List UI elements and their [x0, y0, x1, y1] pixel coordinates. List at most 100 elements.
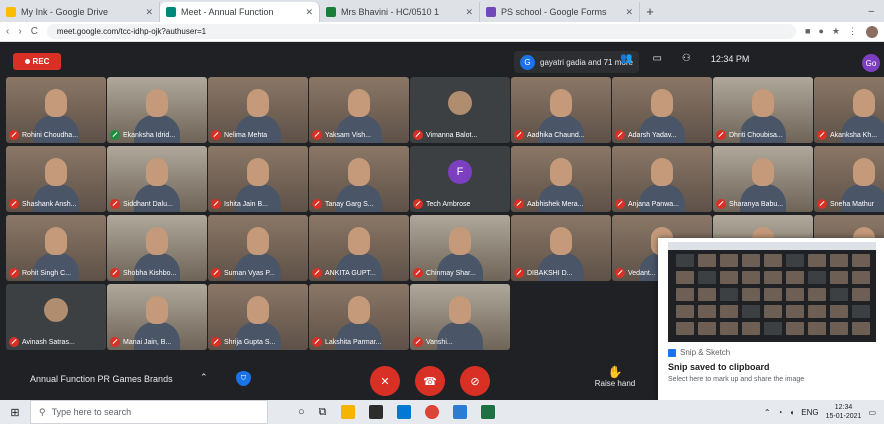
volume-icon[interactable]: ◖ — [789, 408, 794, 417]
outlook-icon[interactable] — [452, 405, 467, 419]
participant-name: Shobha Kishbo... — [123, 269, 177, 277]
windows-taskbar: ⊞ ⚲ Type here to search ○ ⧉ ⌃ ◔ ◖ ENG 12… — [0, 400, 884, 424]
participant-tile[interactable]: Aadhika Chaund... — [511, 77, 611, 143]
star-icon[interactable]: ★ — [832, 26, 840, 37]
extension-icon[interactable]: ■ — [805, 26, 810, 37]
participant-name-row: Anjana Panwa... — [615, 199, 709, 209]
participant-tile[interactable]: Ishita Jain B... — [208, 146, 308, 212]
excel-icon[interactable] — [480, 405, 495, 419]
participant-tile[interactable]: Shashank Ansh... — [6, 146, 106, 212]
tray-clock[interactable]: 12:34 15-01-2021 — [826, 403, 862, 421]
participant-tile[interactable]: Shobha Kishbo... — [107, 215, 207, 281]
tray-lang[interactable]: ENG — [801, 408, 818, 417]
chevron-up-icon[interactable]: ⌃ — [200, 372, 208, 383]
camera-off-icon: ⊘ — [470, 375, 480, 388]
back-button[interactable]: ‹ — [6, 26, 9, 37]
tab-title: PS school - Google Forms — [501, 7, 607, 17]
participant-tile[interactable]: Vanshi... — [410, 284, 510, 350]
participant-tile[interactable]: Suman Vyas P... — [208, 215, 308, 281]
participant-avatar: G — [520, 54, 535, 70]
meeting-name[interactable]: Annual Function PR Games Brands — [30, 374, 173, 384]
participant-name-row: Tanay Garg S... — [312, 199, 406, 209]
raise-hand-button[interactable]: ✋ Raise hand — [590, 365, 640, 388]
participant-tile[interactable]: Rohit Singh C... — [6, 215, 106, 281]
participant-tile[interactable]: ANKITA GUPT... — [309, 215, 409, 281]
hand-icon: ✋ — [607, 365, 623, 379]
extension-icon[interactable]: ● — [818, 26, 823, 37]
browser-tab[interactable]: PS school - Google Forms ✕ — [480, 2, 640, 22]
camera-toggle-button[interactable]: ⊘ — [460, 366, 490, 396]
start-button[interactable]: ⊞ — [0, 406, 30, 419]
chat-icon[interactable]: ▭ — [652, 53, 661, 64]
participant-tile[interactable]: Adarsh Yadav... — [612, 77, 712, 143]
system-tray: ⌃ ◔ ◖ ENG 12:34 15-01-2021 ▭ — [764, 403, 884, 421]
people-icon[interactable]: 👥 — [620, 53, 632, 64]
browser-tab[interactable]: My Ink - Google Drive ✕ — [0, 2, 160, 22]
participant-name: Lakshita Parmar... — [325, 338, 382, 346]
participant-tile[interactable]: Aabhishek Mera... — [511, 146, 611, 212]
participant-tile[interactable]: Siddhant Dalu... — [107, 146, 207, 212]
participant-tile[interactable]: Nelima Mehta — [208, 77, 308, 143]
participant-tile[interactable]: Sneha Mathur — [814, 146, 884, 212]
participant-tile[interactable]: Vimanna Balot... — [410, 77, 510, 143]
mic-muted-icon — [716, 199, 726, 209]
participant-tile[interactable]: Ekanksha Idrid... — [107, 77, 207, 143]
host-controls-shield-icon[interactable]: ⛉ — [236, 371, 251, 386]
snip-app-name: Snip & Sketch — [680, 348, 731, 357]
cortana-icon[interactable]: ○ — [298, 406, 305, 418]
mic-muted-icon — [312, 268, 322, 278]
mic-muted-icon — [716, 130, 726, 140]
participant-name: Sharanya Babu... — [729, 200, 784, 208]
preview-tile — [786, 254, 804, 267]
profile-avatar[interactable] — [866, 25, 878, 38]
task-view-icon[interactable]: ⧉ — [319, 406, 327, 419]
participant-face — [45, 227, 67, 255]
participant-tile[interactable]: Yaksam Vish... — [309, 77, 409, 143]
tab-close-icon[interactable]: ✕ — [625, 7, 633, 18]
self-avatar[interactable]: Go — [862, 54, 880, 72]
url-field[interactable]: meet.google.com/tcc-idhp-ojk?authuser=1 — [46, 24, 797, 39]
mic-toggle-button[interactable]: ✕ — [370, 366, 400, 396]
participant-name: Sneha Mathur — [830, 200, 874, 208]
participant-tile[interactable]: Anjana Panwa... — [612, 146, 712, 212]
browser-tab-active[interactable]: Meet - Annual Function ✕ — [160, 2, 320, 22]
file-explorer-icon[interactable] — [340, 405, 355, 419]
menu-icon[interactable]: ⋮ — [848, 26, 857, 37]
activities-icon[interactable]: ⚇ — [682, 53, 691, 64]
new-tab-button[interactable]: + — [640, 2, 660, 22]
participant-tile[interactable]: Shrija Gupta S... — [208, 284, 308, 350]
notification-icon[interactable]: ▭ — [868, 408, 876, 417]
participant-tile[interactable]: Sharanya Babu... — [713, 146, 813, 212]
browser-tab[interactable]: Mrs Bhavini - HC/0510 1 ✕ — [320, 2, 480, 22]
participant-tile[interactable]: Rohini Choudha... — [6, 77, 106, 143]
participant-name-row: Aabhishek Mera... — [514, 199, 608, 209]
tray-time: 12:34 — [834, 404, 853, 411]
taskbar-search[interactable]: ⚲ Type here to search — [30, 400, 268, 424]
snip-notification[interactable]: Snip & Sketch Snip saved to clipboard Se… — [658, 238, 884, 400]
participant-tile[interactable]: Tanay Garg S... — [309, 146, 409, 212]
preview-tile — [764, 288, 782, 301]
preview-tile — [764, 322, 782, 335]
participant-tile[interactable]: Chinmay Shar... — [410, 215, 510, 281]
network-icon[interactable]: ◔ — [778, 408, 783, 417]
participant-tile[interactable]: Lakshita Parmar... — [309, 284, 409, 350]
mail-icon[interactable] — [396, 405, 411, 419]
participant-tile[interactable]: F Tech Ambrose — [410, 146, 510, 212]
store-icon[interactable] — [368, 405, 383, 419]
reload-button[interactable]: C — [31, 26, 38, 37]
participant-tile[interactable]: Avinash Satras... — [6, 284, 106, 350]
tab-close-icon[interactable]: ✕ — [305, 7, 313, 18]
participant-tile[interactable]: Dhriti Choubisa... — [713, 77, 813, 143]
preview-tile — [808, 322, 826, 335]
chevron-up-icon[interactable]: ⌃ — [764, 408, 771, 417]
participant-tile[interactable]: Akanksha Kh... — [814, 77, 884, 143]
participant-tile[interactable]: Manai Jain, B... — [107, 284, 207, 350]
leave-call-button[interactable]: ☎ — [415, 366, 445, 396]
participant-name: Ekanksha Idrid... — [123, 131, 176, 139]
minimize-button[interactable]: – — [868, 2, 874, 22]
forward-button[interactable]: › — [18, 26, 21, 37]
chrome-icon[interactable] — [424, 405, 439, 419]
tab-close-icon[interactable]: ✕ — [145, 7, 153, 18]
participant-tile[interactable]: DIBAKSHI D... — [511, 215, 611, 281]
tab-close-icon[interactable]: ✕ — [465, 7, 473, 18]
